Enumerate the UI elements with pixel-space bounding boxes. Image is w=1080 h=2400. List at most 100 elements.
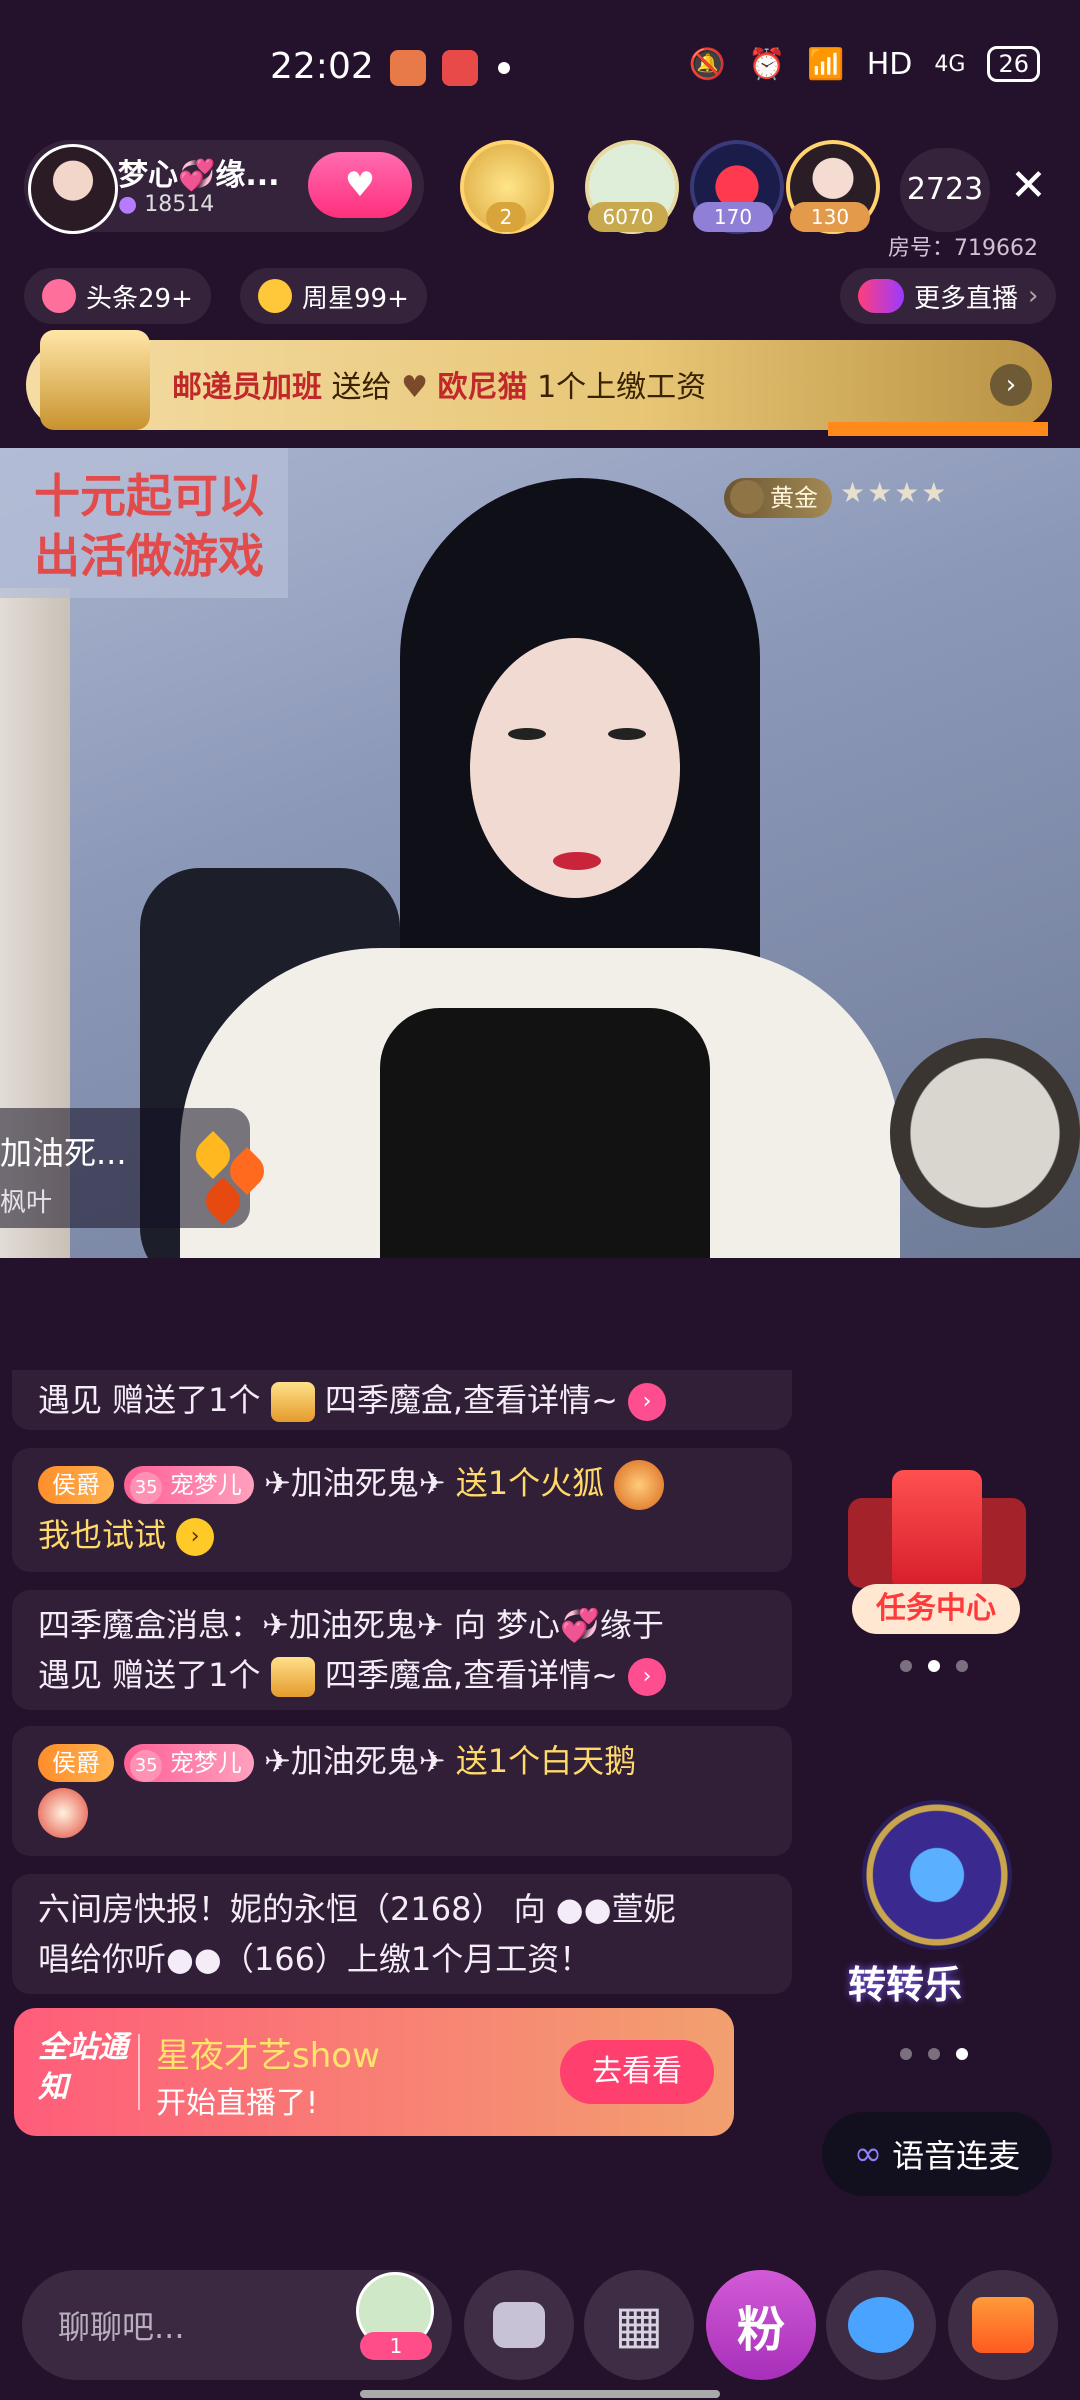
follow-button[interactable]: ♥ xyxy=(308,152,412,218)
chat-message: 侯爵 35 宠梦儿 ✈加油死鬼✈ 送1个火狐 我也试试 › xyxy=(12,1448,792,1572)
star-icon xyxy=(258,279,292,313)
more-live-button[interactable]: 更多直播 › xyxy=(840,268,1057,324)
chat-text: 六间房快报！妮的永恒（2168） 向 ●●萱妮 xyxy=(38,1890,676,1928)
banner-strip xyxy=(828,422,1048,436)
headline-tag[interactable]: 头条29+ xyxy=(24,268,211,324)
chat-bubble-icon xyxy=(493,2302,545,2348)
weekly-star-tag[interactable]: 周星99+ xyxy=(240,268,427,324)
followers-icon: ● xyxy=(118,192,138,217)
app-notification-icon xyxy=(442,50,478,86)
gift-toast-user: 加油死... xyxy=(0,1134,127,1172)
chat-action: 送1个火狐 xyxy=(455,1464,605,1502)
streamer-eyes xyxy=(508,728,648,740)
promo-line-2: 出活做游戏 xyxy=(34,529,264,583)
viewer-badge-3: 170 xyxy=(693,202,773,232)
rank-badge: 侯爵 xyxy=(38,1466,114,1504)
shield-icon xyxy=(730,480,764,514)
rank-stars: ★★★★ xyxy=(840,476,949,509)
more-apps-button[interactable]: ▦ xyxy=(584,2270,694,2380)
carousel-dot xyxy=(928,1660,940,1672)
mute-bell-icon: 🔕 xyxy=(688,46,727,82)
chat-text: 四季魔盒,查看详情~ xyxy=(324,1381,618,1419)
chat-text: 四季魔盒,查看详情~ xyxy=(324,1656,618,1694)
chat-text: 四季魔盒消息：✈加油死鬼✈ 向 梦心💞缘于 xyxy=(38,1606,664,1644)
chat-message: 侯爵 35 宠梦儿 ✈加油死鬼✈ 送1个白天鹅 xyxy=(12,1726,792,1856)
chat-user[interactable]: ✈加油死鬼✈ xyxy=(264,1464,446,1502)
magic-box-icon xyxy=(270,1657,315,1697)
pet-level: 35 xyxy=(130,1472,163,1504)
chat-text: 遇见 赠送了1个 xyxy=(38,1656,261,1694)
gift-button[interactable] xyxy=(948,2270,1058,2380)
notice-tag: 全站通知 xyxy=(38,2030,128,2105)
banner-sender: 邮递员加班 xyxy=(172,370,322,405)
home-indicator[interactable] xyxy=(360,2390,720,2398)
chat-text: 遇见 赠送了1个 xyxy=(38,1381,261,1419)
voice-link-label: 语音连麦 xyxy=(892,2137,1021,2175)
promo-line-1: 十元起可以 xyxy=(34,469,264,523)
chevron-right-icon[interactable]: › xyxy=(628,1658,667,1696)
status-time: 22:02 xyxy=(270,46,374,87)
flame-icon xyxy=(42,279,76,313)
game-button[interactable] xyxy=(826,2270,936,2380)
red-envelope-icon xyxy=(892,1470,982,1590)
headline-label: 头条29+ xyxy=(86,283,193,314)
weekly-star-label: 周星99+ xyxy=(302,283,409,314)
live-icon xyxy=(858,279,904,313)
network-label: HD xyxy=(866,46,913,82)
rank-badge: 黄金 xyxy=(724,478,832,518)
pet-badge: 35 宠梦儿 xyxy=(124,1744,254,1782)
host-name: 梦心💞缘... xyxy=(118,158,280,193)
eye xyxy=(508,728,546,740)
chat-message: 遇见 赠送了1个 四季魔盒,查看详情~ › xyxy=(12,1370,792,1430)
signal-label: 4G xyxy=(934,51,966,77)
banner-receiver: 欧尼猫 xyxy=(437,370,528,405)
gift-box-icon xyxy=(972,2297,1034,2353)
chat-user[interactable]: ✈加油死鬼✈ xyxy=(264,1742,446,1780)
game-controller-icon xyxy=(848,2297,914,2353)
room-id: 房号：719662 xyxy=(888,236,1038,261)
live-video[interactable]: 十元起可以 出活做游戏 黄金 ★★★★ 加油死... 枫叶 xyxy=(0,448,1080,1258)
viewer-badge-1: 2 xyxy=(486,202,526,232)
host-avatar[interactable] xyxy=(28,144,118,234)
rank-label: 黄金 xyxy=(770,484,818,512)
fox-gift-icon xyxy=(614,1460,665,1510)
fan-count: 1 xyxy=(360,2332,432,2360)
chat-action: 送1个白天鹅 xyxy=(455,1742,637,1780)
streamer-lips xyxy=(553,852,601,870)
wifi-icon: 📶 xyxy=(807,46,845,82)
notice-go-button[interactable]: 去看看 xyxy=(560,2040,714,2104)
online-count[interactable]: 2723 xyxy=(900,148,990,232)
heart-plus-icon: ♥ xyxy=(344,165,376,205)
pet-level: 35 xyxy=(130,1750,163,1782)
carousel-dot xyxy=(928,2048,940,2060)
host-followers: ● 18514 xyxy=(118,192,214,217)
message-button[interactable] xyxy=(464,2270,574,2380)
notice-divider xyxy=(138,2034,140,2110)
carousel-dot xyxy=(900,2048,912,2060)
viewer-badge-2: 6070 xyxy=(588,202,668,232)
chat-message: 六间房快报！妮的永恒（2168） 向 ●●萱妮 唱给你听●●（166）上缴1个月… xyxy=(12,1874,792,1994)
magic-box-icon xyxy=(270,1382,315,1422)
task-center-label[interactable]: 任务中心 xyxy=(852,1584,1020,1634)
try-link[interactable]: 我也试试 xyxy=(38,1516,166,1554)
carousel-dots xyxy=(900,1660,968,1672)
alarm-icon: ⏰ xyxy=(748,46,786,82)
eye xyxy=(608,728,646,740)
pet-name: 宠梦儿 xyxy=(169,1471,242,1499)
close-icon[interactable]: ✕ xyxy=(1010,160,1047,211)
chevron-right-icon[interactable]: › xyxy=(990,364,1032,406)
notice-subtitle: 开始直播了! xyxy=(156,2086,319,2121)
link-icon: ∞ xyxy=(853,2134,883,2174)
voice-link-button[interactable]: ∞ 语音连麦 xyxy=(822,2112,1052,2196)
chevron-right-icon[interactable]: › xyxy=(628,1383,667,1421)
chevron-right-icon[interactable]: › xyxy=(176,1518,215,1556)
fan-club-button[interactable]: 粉 xyxy=(706,2270,816,2380)
lucky-wheel-icon[interactable] xyxy=(862,1800,1012,1950)
lucky-wheel-label[interactable]: 转转乐 xyxy=(848,1954,962,2009)
heart-icon: ♥ xyxy=(401,370,428,405)
chevron-right-icon: › xyxy=(1028,281,1039,311)
carousel-dots xyxy=(900,2048,968,2060)
carousel-dot xyxy=(956,1660,968,1672)
carousel-dot xyxy=(900,1660,912,1672)
chat-message: 四季魔盒消息：✈加油死鬼✈ 向 梦心💞缘于 遇见 赠送了1个 四季魔盒,查看详情… xyxy=(12,1590,792,1710)
